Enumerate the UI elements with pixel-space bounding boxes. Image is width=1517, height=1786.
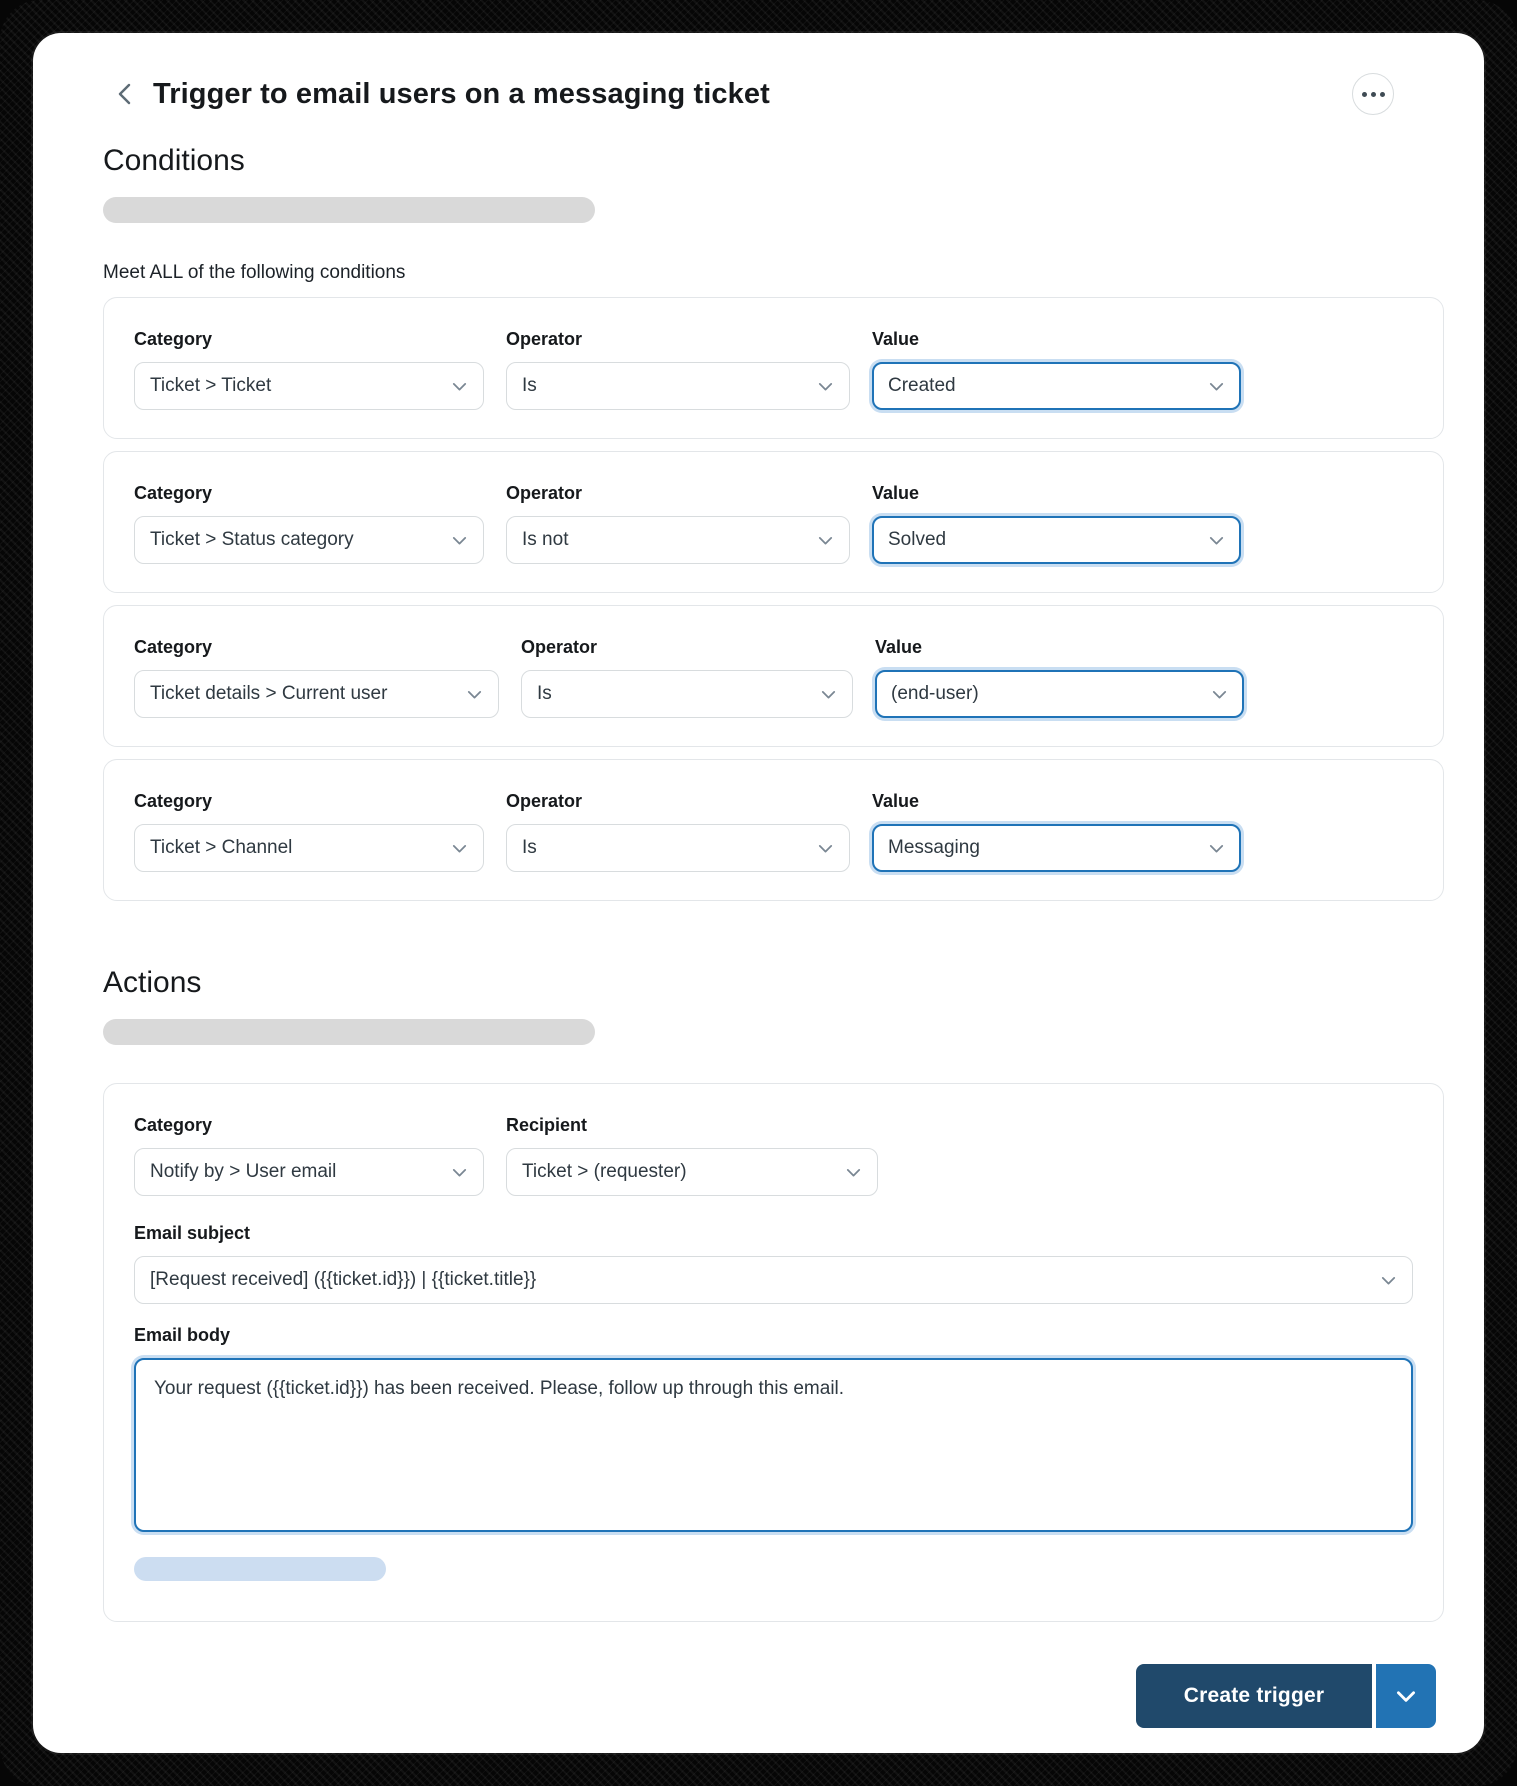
condition-cards: Category Ticket > Ticket Operator Is Val…	[103, 297, 1444, 901]
meet-all-label: Meet ALL of the following conditions	[103, 262, 406, 283]
action-category-label: Category	[134, 1115, 213, 1135]
chevron-down-icon	[452, 536, 467, 544]
chevron-left-icon	[118, 83, 131, 105]
select-value: Ticket details > Current user	[150, 683, 388, 704]
category-label: Category	[134, 791, 213, 811]
chevron-down-icon	[452, 844, 467, 852]
value-label: Value	[872, 791, 920, 811]
condition-1-category-select[interactable]: Ticket > Ticket	[134, 362, 484, 410]
condition-4-value-select[interactable]: Messaging	[872, 824, 1241, 872]
select-value: Ticket > Channel	[150, 837, 293, 858]
chevron-down-icon	[821, 690, 836, 698]
select-value: Ticket > (requester)	[522, 1161, 687, 1182]
select-value: Is not	[522, 529, 569, 550]
select-value: Solved	[888, 529, 947, 550]
chevron-down-icon	[467, 690, 482, 698]
chevron-down-icon	[1209, 382, 1224, 390]
chevron-down-icon	[818, 844, 833, 852]
actions-skeleton-bar	[103, 1019, 595, 1045]
footer-actions: Create trigger	[103, 1664, 1444, 1728]
page-title: Trigger to email users on a messaging ti…	[153, 77, 770, 110]
select-value: Ticket > Ticket	[150, 375, 272, 396]
select-value: Ticket > Status category	[150, 529, 354, 550]
create-trigger-button[interactable]: Create trigger	[1136, 1664, 1372, 1728]
email-subject-input[interactable]: [Request received] ({{ticket.id}}) | {{t…	[134, 1256, 1413, 1304]
operator-label: Operator	[506, 329, 583, 349]
email-subject-label: Email subject	[134, 1223, 251, 1243]
condition-1-value-select[interactable]: Created	[872, 362, 1241, 410]
recipient-select[interactable]: Ticket > (requester)	[506, 1148, 878, 1196]
category-label: Category	[134, 483, 213, 503]
chevron-down-icon	[818, 382, 833, 390]
chevron-down-icon	[1209, 536, 1224, 544]
condition-2-operator-select[interactable]: Is not	[506, 516, 850, 564]
condition-2-category-select[interactable]: Ticket > Status category	[134, 516, 484, 564]
condition-card-1: Category Ticket > Ticket Operator Is Val…	[103, 297, 1444, 439]
category-label: Category	[134, 637, 213, 657]
back-button[interactable]	[111, 78, 139, 110]
action-card: Category Notify by > User email Recipien…	[103, 1083, 1444, 1622]
select-value: (end-user)	[891, 683, 979, 704]
chevron-down-icon	[1212, 690, 1227, 698]
operator-label: Operator	[521, 637, 598, 657]
condition-1-operator-select[interactable]: Is	[506, 362, 850, 410]
email-body-textarea[interactable]: Your request ({{ticket.id}}) has been re…	[134, 1358, 1413, 1532]
select-value: Is	[522, 375, 537, 396]
condition-card-3: Category Ticket details > Current user O…	[103, 605, 1444, 747]
category-label: Category	[134, 329, 213, 349]
operator-label: Operator	[506, 483, 583, 503]
select-value: Messaging	[888, 837, 980, 858]
trigger-editor-page: Trigger to email users on a messaging ti…	[33, 33, 1484, 1753]
condition-2-value-select[interactable]: Solved	[872, 516, 1241, 564]
value-label: Value	[872, 329, 920, 349]
select-value: Created	[888, 375, 956, 396]
chevron-down-icon	[1397, 1691, 1415, 1702]
operator-label: Operator	[506, 791, 583, 811]
chevron-down-icon	[818, 536, 833, 544]
more-options-button[interactable]	[1352, 73, 1394, 115]
actions-heading: Actions	[103, 966, 202, 999]
conditions-skeleton-bar	[103, 197, 595, 223]
condition-card-2: Category Ticket > Status category Operat…	[103, 451, 1444, 593]
create-trigger-split-button[interactable]	[1376, 1664, 1436, 1728]
chevron-down-icon	[452, 382, 467, 390]
chevron-down-icon	[1209, 844, 1224, 852]
chevron-down-icon	[846, 1168, 861, 1176]
email-subject-value: [Request received] ({{ticket.id}}) | {{t…	[150, 1269, 537, 1290]
condition-3-value-select[interactable]: (end-user)	[875, 670, 1244, 718]
value-label: Value	[875, 637, 923, 657]
email-body-skeleton-bar	[134, 1557, 386, 1581]
chevron-down-icon	[1381, 1276, 1396, 1284]
select-value: Notify by > User email	[150, 1161, 337, 1182]
recipient-label: Recipient	[506, 1115, 588, 1135]
email-body-label: Email body	[134, 1325, 231, 1345]
conditions-heading: Conditions	[103, 144, 245, 177]
condition-4-operator-select[interactable]: Is	[506, 824, 850, 872]
condition-card-4: Category Ticket > Channel Operator Is Va…	[103, 759, 1444, 901]
select-value: Is	[522, 837, 537, 858]
condition-3-operator-select[interactable]: Is	[521, 670, 853, 718]
page-header: Trigger to email users on a messaging ti…	[103, 73, 1444, 115]
chevron-down-icon	[452, 1168, 467, 1176]
action-category-select[interactable]: Notify by > User email	[134, 1148, 484, 1196]
value-label: Value	[872, 483, 920, 503]
select-value: Is	[537, 683, 552, 704]
condition-3-category-select[interactable]: Ticket details > Current user	[134, 670, 499, 718]
condition-4-category-select[interactable]: Ticket > Channel	[134, 824, 484, 872]
kebab-menu-icon	[1361, 91, 1367, 97]
